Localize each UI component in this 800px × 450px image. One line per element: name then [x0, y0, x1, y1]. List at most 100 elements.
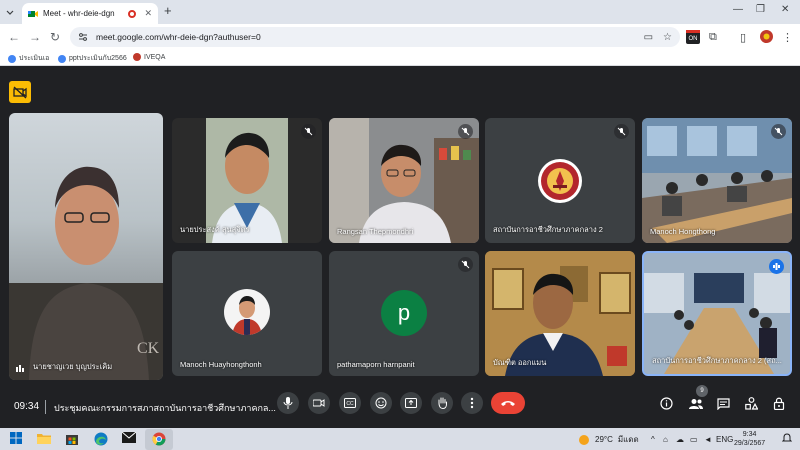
participant-name: นายประสงค์ สุนสุจิตร: [180, 225, 250, 234]
institution-logo-icon: [538, 159, 582, 203]
onedrive-icon[interactable]: ☁: [676, 435, 684, 444]
svg-text:ON: ON: [689, 36, 698, 42]
people-icon[interactable]: [689, 397, 703, 415]
file-explorer-icon[interactable]: [37, 432, 51, 444]
bookmark-favicon-icon: [133, 53, 141, 61]
microphone-icon: [283, 397, 293, 409]
recording-icon: [128, 9, 137, 18]
raise-hand-button[interactable]: [431, 392, 453, 414]
activities-icon[interactable]: [745, 397, 759, 415]
microsoft-store-icon[interactable]: [65, 432, 79, 445]
participant-name: สถาบันการอาชีวศึกษาภาคกลาง 2: [493, 225, 603, 234]
address-bar[interactable]: meet.google.com/whr-deie-dgn?authuser=0 …: [70, 27, 680, 47]
bookmark-favicon-icon: [8, 54, 16, 63]
profile-avatar-icon[interactable]: [760, 30, 773, 43]
weather-widget[interactable]: 29°C มีแดด: [578, 433, 639, 446]
present-screen-button[interactable]: [400, 392, 422, 414]
windows-start-icon[interactable]: [10, 432, 22, 444]
clock-time: 9:34: [742, 431, 757, 438]
camera-button[interactable]: [308, 392, 330, 414]
chrome-taskbar-button[interactable]: [145, 429, 173, 450]
site-info-icon[interactable]: [78, 32, 88, 42]
speaking-indicator-icon: [769, 259, 784, 274]
keyboard-language[interactable]: ENG: [716, 435, 733, 444]
edge-browser-icon[interactable]: [94, 432, 108, 446]
svg-text:CK: CK: [137, 340, 160, 357]
more-options-button[interactable]: [461, 392, 483, 414]
minimize-icon[interactable]: —: [733, 4, 743, 15]
raise-hand-icon: [438, 397, 447, 409]
participant-tile-featured[interactable]: CK นายชาญเวย บุญประเคิม: [9, 113, 163, 380]
participant-tile[interactable]: นายประสงค์ สุนสุจิตร: [172, 118, 322, 243]
meeting-details-icon[interactable]: [660, 397, 673, 415]
browser-tab-meet[interactable]: Meet - whr-deie-dgn ✕: [22, 3, 158, 24]
meet-stage: CK นายชาญเวย บุญประเคิม นายประสงค์ สุนสุ…: [0, 67, 800, 428]
tab-close-icon[interactable]: ✕: [144, 8, 152, 19]
extension-on-icon[interactable]: ON: [686, 30, 700, 44]
end-call-button[interactable]: [491, 392, 525, 414]
participant-tile[interactable]: สถาบันการอาชีวศึกษาภาคกลาง 2: [485, 118, 635, 243]
reload-icon[interactable]: ↻: [50, 30, 60, 44]
browser-toolbar: ← → ↻ meet.google.com/whr-deie-dgn?authu…: [0, 24, 800, 50]
browser-menu-icon[interactable]: ⋮: [782, 31, 793, 44]
host-controls-icon[interactable]: [773, 397, 785, 415]
participant-name: Rangsan Thepmondhri: [337, 227, 414, 236]
muted-mic-icon: [301, 124, 316, 139]
participant-video: [329, 118, 479, 243]
more-vert-icon: [470, 397, 474, 409]
participant-avatar: p: [381, 290, 427, 336]
volume-icon[interactable]: ◄: [704, 435, 712, 444]
reactions-button[interactable]: [370, 392, 392, 414]
network-icon[interactable]: ⌂: [663, 435, 668, 444]
system-clock[interactable]: 9:34 29/3/2567: [734, 430, 765, 448]
participant-tile-active-speaker[interactable]: สถาบันการอาชีวศึกษาภาคกลาง 2 (สถ...: [642, 251, 792, 376]
svg-text:CC: CC: [346, 401, 354, 407]
weather-text: มีแดด: [617, 435, 639, 444]
camera-permission-icon[interactable]: ▭: [644, 32, 653, 43]
muted-mic-icon: [458, 257, 473, 272]
avatar-letter: p: [397, 300, 411, 325]
bookmark-item[interactable]: pptประเมินกับ2566: [58, 53, 127, 64]
captions-button[interactable]: CC: [339, 392, 361, 414]
bookmark-item[interactable]: IVEQA: [133, 53, 165, 61]
chat-icon[interactable]: [717, 397, 730, 415]
participant-tile[interactable]: p pathamaporn harnpanit: [329, 251, 479, 376]
tab-search-icon[interactable]: [5, 7, 15, 17]
microphone-button[interactable]: [277, 392, 299, 414]
close-window-icon[interactable]: ✕: [781, 4, 789, 15]
display-icon[interactable]: ▭: [690, 435, 698, 444]
sun-icon: [579, 434, 589, 445]
participant-name: Manoch Hongthong: [650, 227, 716, 236]
mail-icon[interactable]: [122, 432, 136, 443]
participant-tile[interactable]: Rangsan Thepmondhri: [329, 118, 479, 243]
participant-name: Manoch Huayhongthonh: [180, 360, 262, 369]
notifications-icon[interactable]: [781, 433, 793, 445]
show-hidden-icons-icon[interactable]: ^: [651, 435, 655, 444]
participant-video: CK: [9, 166, 163, 380]
bookmark-label: IVEQA: [144, 53, 166, 61]
extensions-icon[interactable]: ⧉: [709, 31, 717, 44]
forward-icon[interactable]: →: [29, 30, 41, 44]
bookmark-item[interactable]: ประเมินเอ: [8, 53, 49, 64]
bookmark-label: ประเมินเอ: [19, 55, 50, 62]
temperature: 29°C: [595, 435, 613, 444]
meet-control-bar: 09:34 ประชุมคณะกรรมการสภาสถาบันการอาชีวศ…: [0, 385, 800, 428]
participant-tile[interactable]: Manoch Hongthong: [642, 118, 792, 243]
sidebar-icon[interactable]: ▯: [740, 31, 746, 44]
participant-tile[interactable]: Manoch Huayhongthonh: [172, 251, 322, 376]
participant-avatar: [224, 289, 270, 335]
muted-mic-icon: [614, 124, 629, 139]
bookmarks-bar: ประเมินเอ pptประเมินกับ2566 IVEQA: [0, 50, 800, 66]
video-camera-icon: [313, 399, 325, 407]
closed-captions-icon: CC: [344, 398, 356, 408]
bookmark-star-icon[interactable]: ☆: [663, 32, 672, 43]
participant-name: สถาบันการอาชีวศึกษาภาคกลาง 2 (สถ...: [652, 356, 782, 365]
muted-mic-icon: [771, 124, 786, 139]
back-icon[interactable]: ←: [8, 30, 20, 44]
meeting-title: ประชุมคณะกรรมการสภาสถาบันการอาชีวศึกษาภา…: [54, 403, 276, 413]
participant-tile[interactable]: บัณฑิต ออกแมน: [485, 251, 635, 376]
new-tab-button[interactable]: +: [164, 3, 172, 18]
camera-off-indicator-icon[interactable]: [9, 81, 31, 103]
restore-icon[interactable]: ❐: [756, 4, 765, 15]
participants-count-badge: 9: [696, 385, 708, 397]
